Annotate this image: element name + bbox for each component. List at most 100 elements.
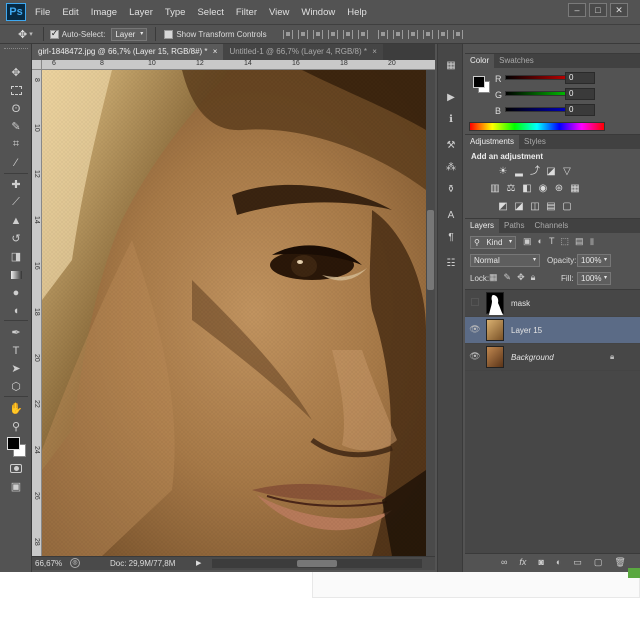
opacity-field[interactable]: 100% ▾ bbox=[577, 254, 611, 267]
menu-edit[interactable]: Edit bbox=[62, 7, 78, 18]
history-icon[interactable]: ▦ bbox=[444, 60, 458, 72]
eye-icon[interactable]: 👁︎ bbox=[469, 324, 481, 335]
paragraph-icon[interactable]: ¶ bbox=[444, 232, 458, 244]
filter-adjustment-icon[interactable]: ◐ bbox=[538, 236, 543, 247]
type-tool-icon[interactable]: T bbox=[6, 342, 26, 359]
tool-presets-icon[interactable]: ⚒ bbox=[444, 140, 458, 152]
vibrance-icon[interactable]: ▽ bbox=[561, 166, 573, 177]
quick-mask-icon[interactable] bbox=[6, 460, 26, 477]
adjustment-icon[interactable]: ◐ bbox=[556, 557, 561, 568]
eye-icon[interactable]: 👁︎ bbox=[469, 351, 481, 362]
menu-window[interactable]: Window bbox=[301, 7, 335, 18]
channel-b-value[interactable]: 0 bbox=[565, 104, 595, 116]
hue-saturation-icon[interactable]: ▥ bbox=[489, 183, 501, 194]
tab-close-icon[interactable]: × bbox=[372, 47, 377, 56]
shape-tool-icon[interactable]: ⬡ bbox=[6, 378, 26, 395]
distribute-top-icon[interactable] bbox=[377, 29, 388, 39]
path-select-tool-icon[interactable]: ➤ bbox=[6, 360, 26, 377]
quick-select-tool-icon[interactable]: ✎ bbox=[6, 118, 26, 135]
filter-type-icon[interactable]: T bbox=[549, 236, 555, 247]
align-right-icon[interactable] bbox=[357, 29, 368, 39]
move-tool-icon[interactable]: ✥ bbox=[6, 64, 26, 81]
brush-presets-icon[interactable]: ⁂ bbox=[444, 162, 458, 174]
fx-icon[interactable]: fx bbox=[519, 557, 526, 568]
healing-brush-tool-icon[interactable]: ✚ bbox=[6, 176, 26, 193]
eyedropper-tool-icon[interactable]: ⁄ bbox=[6, 154, 26, 171]
layer-name[interactable]: Layer 15 bbox=[511, 326, 542, 335]
scroll-thumb[interactable] bbox=[297, 560, 337, 567]
levels-icon[interactable]: ▂ bbox=[513, 166, 525, 177]
foreground-color-swatch[interactable] bbox=[7, 437, 20, 450]
align-hcenter-icon[interactable] bbox=[342, 29, 353, 39]
menu-image[interactable]: Image bbox=[91, 7, 117, 18]
lock-pixels-icon[interactable]: ✎ bbox=[504, 272, 512, 283]
distribute-vcenter-icon[interactable] bbox=[392, 29, 403, 39]
blur-tool-icon[interactable]: ● bbox=[6, 284, 26, 301]
channel-r-value[interactable]: 0 bbox=[565, 72, 595, 84]
ruler-horizontal[interactable]: 6 8 10 12 14 16 18 20 bbox=[32, 60, 435, 70]
lock-position-icon[interactable]: ✥ bbox=[517, 272, 525, 283]
character-icon[interactable]: A bbox=[444, 210, 458, 222]
dodge-tool-icon[interactable]: ◖ bbox=[6, 302, 26, 319]
threshold-icon[interactable]: ◫ bbox=[529, 201, 541, 212]
info-icon[interactable]: ℹ bbox=[444, 114, 458, 126]
auto-select-dropdown[interactable]: Layer ▾ bbox=[111, 27, 148, 41]
close-button[interactable]: ✕ bbox=[610, 3, 628, 17]
horizontal-scrollbar[interactable] bbox=[212, 559, 422, 568]
filter-toggle-icon[interactable]: ▮ bbox=[589, 236, 594, 247]
color-lookup-icon[interactable]: ▦ bbox=[569, 183, 581, 194]
hand-tool-icon[interactable]: ✋ bbox=[6, 400, 26, 417]
history-brush-tool-icon[interactable]: ↺ bbox=[6, 230, 26, 247]
curves-icon[interactable]: ⤴ bbox=[529, 166, 541, 177]
menu-type[interactable]: Type bbox=[165, 7, 186, 18]
layer-row-layer-15[interactable]: 👁︎ Layer 15 bbox=[465, 317, 640, 344]
filter-pixel-icon[interactable]: ▣ bbox=[523, 236, 532, 247]
marquee-tool-icon[interactable] bbox=[6, 82, 26, 99]
zoom-level[interactable]: 66,67% bbox=[35, 559, 62, 568]
align-bottom-icon[interactable] bbox=[312, 29, 323, 39]
visibility-toggle-off[interactable] bbox=[471, 298, 479, 306]
folder-icon[interactable]: ▭ bbox=[573, 557, 582, 568]
new-layer-icon[interactable]: ▢ bbox=[594, 557, 603, 568]
blend-mode-dropdown[interactable]: Normal ▾ bbox=[470, 254, 540, 267]
align-left-icon[interactable] bbox=[327, 29, 338, 39]
menu-select[interactable]: Select bbox=[197, 7, 223, 18]
zoom-tool-icon[interactable]: ⚲ bbox=[6, 418, 26, 435]
black-white-icon[interactable]: ◧ bbox=[521, 183, 533, 194]
status-menu-arrow-icon[interactable]: ▶ bbox=[196, 559, 201, 567]
filter-smart-object-icon[interactable]: ▤ bbox=[575, 236, 584, 247]
status-info-icon[interactable]: ◎ bbox=[70, 558, 80, 568]
layer-name[interactable]: mask bbox=[511, 299, 530, 308]
link-icon[interactable]: ∞ bbox=[501, 557, 507, 568]
clone-stamp-tool-icon[interactable]: ▲ bbox=[6, 212, 26, 229]
filter-shape-icon[interactable]: ⬚ bbox=[560, 236, 569, 247]
tab-swatches[interactable]: Swatches bbox=[494, 54, 539, 68]
lock-all-icon[interactable]: 🔒︎ bbox=[531, 272, 536, 283]
menu-filter[interactable]: Filter bbox=[236, 7, 257, 18]
trash-icon[interactable]: 🗑︎ bbox=[614, 557, 625, 568]
scroll-thumb[interactable] bbox=[427, 210, 434, 290]
auto-select-checkbox[interactable] bbox=[49, 28, 59, 39]
tab-adjustments[interactable]: Adjustments bbox=[465, 135, 520, 149]
vertical-scrollbar[interactable] bbox=[426, 70, 435, 556]
channel-g-value[interactable]: 0 bbox=[565, 88, 595, 100]
layer-row-mask[interactable]: mask bbox=[465, 290, 640, 317]
color-balance-icon[interactable]: ⚖ bbox=[505, 183, 517, 194]
gradient-map-icon[interactable]: ▤ bbox=[545, 201, 557, 212]
distribute-bottom-icon[interactable] bbox=[407, 29, 418, 39]
tab-channels[interactable]: Channels bbox=[529, 219, 573, 233]
menu-view[interactable]: View bbox=[269, 7, 289, 18]
ruler-origin[interactable] bbox=[32, 60, 42, 70]
tab-document-untitled[interactable]: Untitled-1 @ 66,7% (Layer 4, RGB/8) * × bbox=[223, 44, 383, 60]
tool-preset-arrow-icon[interactable]: ▾ bbox=[29, 30, 33, 38]
menu-file[interactable]: File bbox=[35, 7, 50, 18]
photo-filter-icon[interactable]: ◉ bbox=[537, 183, 549, 194]
tab-close-icon[interactable]: × bbox=[213, 47, 218, 56]
layer-name[interactable]: Background bbox=[511, 353, 554, 362]
ruler-vertical[interactable]: 8 10 12 14 16 18 20 22 24 26 28 bbox=[32, 70, 42, 556]
posterize-icon[interactable]: ◪ bbox=[513, 201, 525, 212]
layer-comps-icon[interactable]: ☷ bbox=[444, 258, 458, 270]
move-tool-icon[interactable]: ✥ bbox=[18, 28, 27, 41]
tab-layers[interactable]: Layers bbox=[465, 219, 500, 233]
brightness-contrast-icon[interactable]: ☀ bbox=[497, 166, 509, 177]
